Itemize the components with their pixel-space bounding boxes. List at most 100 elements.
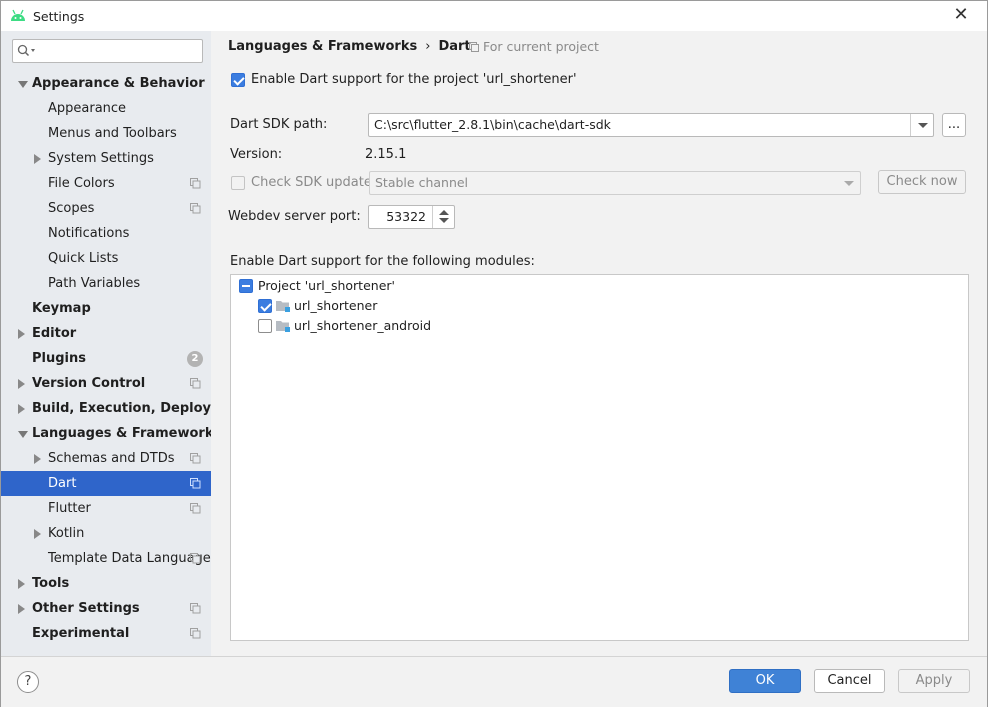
collapsed-arrow-icon[interactable] (18, 604, 25, 614)
collapsed-arrow-icon[interactable] (18, 404, 25, 414)
project-level-icon (190, 203, 201, 214)
project-level-icon (190, 603, 201, 614)
help-icon: ? (24, 674, 32, 689)
collapsed-arrow-icon[interactable] (34, 454, 41, 464)
webdev-port-spinner[interactable]: 53322 (368, 205, 455, 229)
apply-button[interactable]: Apply (898, 669, 970, 693)
sidebar-item-other-settings[interactable]: Other Settings (1, 596, 211, 621)
module-label: url_shortener (294, 298, 378, 313)
breadcrumb-parent[interactable]: Languages & Frameworks (228, 39, 417, 54)
module-checkbox[interactable] (258, 299, 272, 313)
sidebar-item-appearance-behavior[interactable]: Appearance & Behavior (1, 71, 211, 96)
collapsed-arrow-icon[interactable] (34, 529, 41, 539)
sidebar-item-label: Schemas and DTDs (48, 451, 175, 466)
sidebar-item-file-colors[interactable]: File Colors (1, 171, 211, 196)
close-icon: ✕ (953, 4, 969, 25)
expanded-arrow-icon[interactable] (18, 431, 28, 438)
spinner-up-icon[interactable] (439, 210, 449, 215)
sidebar-item-label: Editor (32, 326, 77, 341)
sidebar-item-label: Dart (48, 476, 77, 491)
window-title: Settings (33, 9, 85, 24)
sidebar-item-version-control[interactable]: Version Control (1, 371, 211, 396)
sidebar-item-notifications[interactable]: Notifications (1, 221, 211, 246)
sidebar-item-schemas-and-dtds[interactable]: Schemas and DTDs (1, 446, 211, 471)
ok-button[interactable]: OK (729, 669, 801, 693)
check-now-button[interactable]: Check now (878, 170, 966, 194)
sidebar-item-menus-and-toolbars[interactable]: Menus and Toolbars (1, 121, 211, 146)
collapsed-arrow-icon[interactable] (18, 379, 25, 389)
expanded-arrow-icon[interactable] (18, 81, 28, 88)
sdk-path-label: Dart SDK path: (230, 117, 328, 132)
project-checkbox[interactable] (239, 279, 253, 293)
project-level-icon (190, 178, 201, 189)
dart-settings-panel: Languages & Frameworks › Dart For current … (211, 31, 987, 656)
cancel-button[interactable]: Cancel (814, 669, 885, 693)
settings-sidebar: Appearance & Behavior Appearance Menus and… (1, 31, 249, 656)
module-checkbox[interactable] (258, 319, 272, 333)
check-sdk-update-checkbox[interactable] (231, 176, 245, 190)
sidebar-item-quick-lists[interactable]: Quick Lists (1, 246, 211, 271)
sidebar-item-languages-frameworks[interactable]: Languages & Frameworks (1, 421, 221, 446)
sidebar-item-label: Scopes (48, 201, 95, 216)
breadcrumb-current: Dart (438, 39, 471, 54)
sidebar-item-dart[interactable]: Dart (1, 471, 211, 496)
modules-tree: Project 'url_shortener' url_shortener ur… (230, 274, 969, 641)
android-studio-icon (11, 9, 25, 21)
check-sdk-update-label: Check SDK update: (251, 175, 377, 190)
sidebar-item-editor[interactable]: Editor (1, 321, 211, 346)
sidebar-item-keymap[interactable]: Keymap (1, 296, 211, 321)
browse-sdk-button[interactable]: ... (942, 113, 966, 137)
chevron-down-icon (837, 172, 860, 194)
sidebar-item-label: Path Variables (48, 276, 141, 291)
enable-dart-checkbox[interactable] (231, 73, 245, 87)
sidebar-item-label: Tools (32, 576, 70, 591)
sdk-path-value: C:\src\flutter_2.8.1\bin\cache\dart-sdk (374, 117, 611, 132)
chevron-down-icon[interactable] (910, 114, 933, 136)
settings-dialog: Settings ✕ Appearance & Behavior Appearan… (0, 0, 988, 707)
sidebar-item-label: Experimental (32, 626, 130, 641)
project-level-icon (190, 628, 201, 639)
help-button[interactable]: ? (17, 671, 39, 693)
project-level-icon (190, 553, 201, 564)
enable-dart-label: Enable Dart support for the project 'url… (251, 72, 577, 87)
sidebar-item-label: Version Control (32, 376, 146, 391)
sidebar-item-system-settings[interactable]: System Settings (1, 146, 211, 171)
sdk-path-combo[interactable]: C:\src\flutter_2.8.1\bin\cache\dart-sdk (368, 113, 934, 137)
version-value: 2.15.1 (365, 147, 407, 162)
plugin-updates-badge: 2 (187, 351, 203, 367)
version-label: Version: (230, 147, 283, 162)
sidebar-item-label: Flutter (48, 501, 91, 516)
project-level-icon (190, 453, 201, 464)
update-channel-select[interactable]: Stable channel (369, 171, 861, 195)
close-button[interactable]: ✕ (947, 4, 975, 28)
sidebar-item-plugins[interactable]: Plugins 2 (1, 346, 211, 371)
sidebar-item-label: Keymap (32, 301, 91, 316)
breadcrumb-separator: › (425, 39, 431, 54)
sidebar-item-label: System Settings (48, 151, 154, 166)
scope-note-text: For current project (483, 39, 599, 54)
sidebar-item-label: Appearance & Behavior (32, 76, 205, 91)
spinner-arrows[interactable] (432, 206, 454, 228)
sidebar-item-tools[interactable]: Tools (1, 571, 211, 596)
sidebar-item-scopes[interactable]: Scopes (1, 196, 211, 221)
sidebar-item-label: Kotlin (48, 526, 85, 541)
sidebar-item-label: Quick Lists (48, 251, 119, 266)
sidebar-item-appearance[interactable]: Appearance (1, 96, 211, 121)
title-bar: Settings ✕ (1, 1, 987, 31)
modules-label: Enable Dart support for the following mo… (230, 254, 535, 269)
sidebar-item-kotlin[interactable]: Kotlin (1, 521, 211, 546)
collapsed-arrow-icon[interactable] (18, 579, 25, 589)
search-input[interactable] (12, 39, 203, 63)
sidebar-item-experimental[interactable]: Experimental (1, 621, 211, 646)
sidebar-item-path-variables[interactable]: Path Variables (1, 271, 211, 296)
sidebar-item-flutter[interactable]: Flutter (1, 496, 211, 521)
sidebar-item-build-execution-deployment[interactable]: Build, Execution, Deployment (1, 396, 249, 421)
spinner-down-icon[interactable] (439, 218, 449, 223)
sidebar-item-label: Appearance (48, 101, 127, 116)
collapsed-arrow-icon[interactable] (34, 154, 41, 164)
webdev-port-label: Webdev server port: (228, 209, 361, 224)
sidebar-item-template-data-languages[interactable]: Template Data Languages (1, 546, 218, 571)
sidebar-item-label: Menus and Toolbars (48, 126, 177, 141)
collapsed-arrow-icon[interactable] (18, 329, 25, 339)
module-folder-icon (276, 301, 290, 312)
